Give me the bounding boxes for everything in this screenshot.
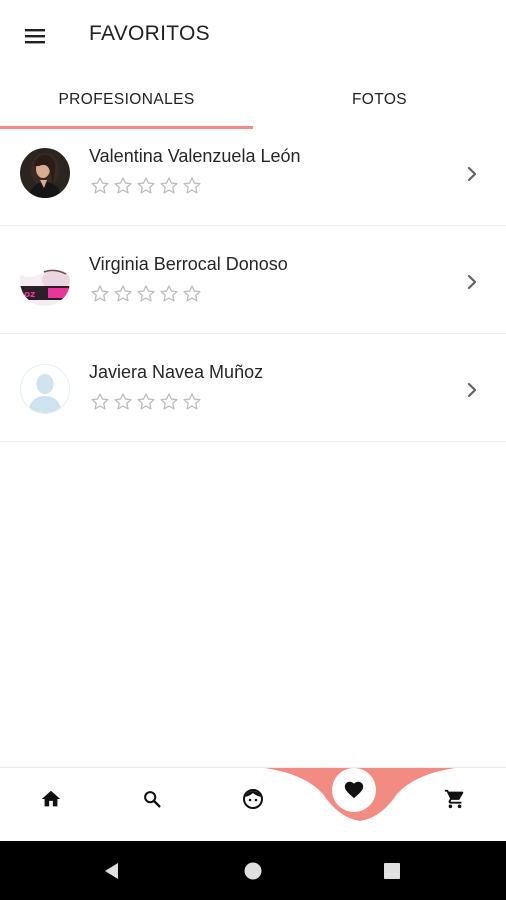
nav-favorites-button[interactable] <box>332 768 376 812</box>
back-triangle-icon <box>105 863 118 879</box>
list-item[interactable]: oz Virginia Berrocal Donoso <box>0 226 506 334</box>
star-outline-icon <box>160 393 178 410</box>
star-rating <box>89 391 203 413</box>
cart-icon <box>444 789 464 809</box>
star-outline-icon <box>183 177 201 194</box>
system-recents-button[interactable] <box>376 855 408 887</box>
star-outline-icon <box>183 285 201 302</box>
professional-name: Virginia Berrocal Donoso <box>89 254 288 274</box>
list-item[interactable]: Valentina Valenzuela León <box>0 118 506 226</box>
star-outline-icon <box>114 393 132 410</box>
star-outline-icon <box>137 177 155 194</box>
star-rating <box>89 283 203 305</box>
svg-text:oz: oz <box>24 290 35 300</box>
list-item[interactable]: Javiera Navea Muñoz <box>0 334 506 442</box>
nav-face-button[interactable] <box>223 768 283 830</box>
star-outline-icon <box>114 177 132 194</box>
menu-button[interactable] <box>14 16 56 56</box>
chevron-right-icon[interactable] <box>460 270 484 294</box>
star-outline-icon <box>137 285 155 302</box>
bottom-navigation <box>0 767 506 841</box>
nav-search-button[interactable] <box>122 768 182 830</box>
heart-icon <box>344 781 364 799</box>
system-home-button[interactable] <box>237 855 269 887</box>
star-outline-icon <box>91 177 109 194</box>
star-outline-icon <box>91 285 109 302</box>
home-circle-icon <box>244 862 262 880</box>
star-outline-icon <box>114 285 132 302</box>
professional-name: Javiera Navea Muñoz <box>89 362 264 382</box>
star-outline-icon <box>91 393 109 410</box>
search-icon <box>144 791 161 808</box>
home-icon <box>41 790 61 807</box>
star-outline-icon <box>160 285 178 302</box>
hamburger-menu-icon <box>25 29 45 44</box>
avatar: oz <box>20 256 70 306</box>
page-title: FAVORITOS <box>89 22 210 45</box>
divider <box>0 441 506 442</box>
chevron-right-icon[interactable] <box>460 162 484 186</box>
star-rating <box>89 175 203 197</box>
avatar <box>20 364 70 414</box>
system-back-button[interactable] <box>96 855 128 887</box>
star-outline-icon <box>160 177 178 194</box>
system-navigation-bar <box>0 841 506 900</box>
face-icon <box>243 789 263 809</box>
app-bar: FAVORITOS <box>0 0 506 70</box>
nav-home-button[interactable] <box>21 768 81 830</box>
professional-name: Valentina Valenzuela León <box>89 146 301 166</box>
recents-square-icon <box>384 863 400 879</box>
star-outline-icon <box>183 393 201 410</box>
nav-cart-button[interactable] <box>425 768 485 830</box>
star-outline-icon <box>137 393 155 410</box>
chevron-right-icon[interactable] <box>460 378 484 402</box>
avatar <box>20 148 70 198</box>
